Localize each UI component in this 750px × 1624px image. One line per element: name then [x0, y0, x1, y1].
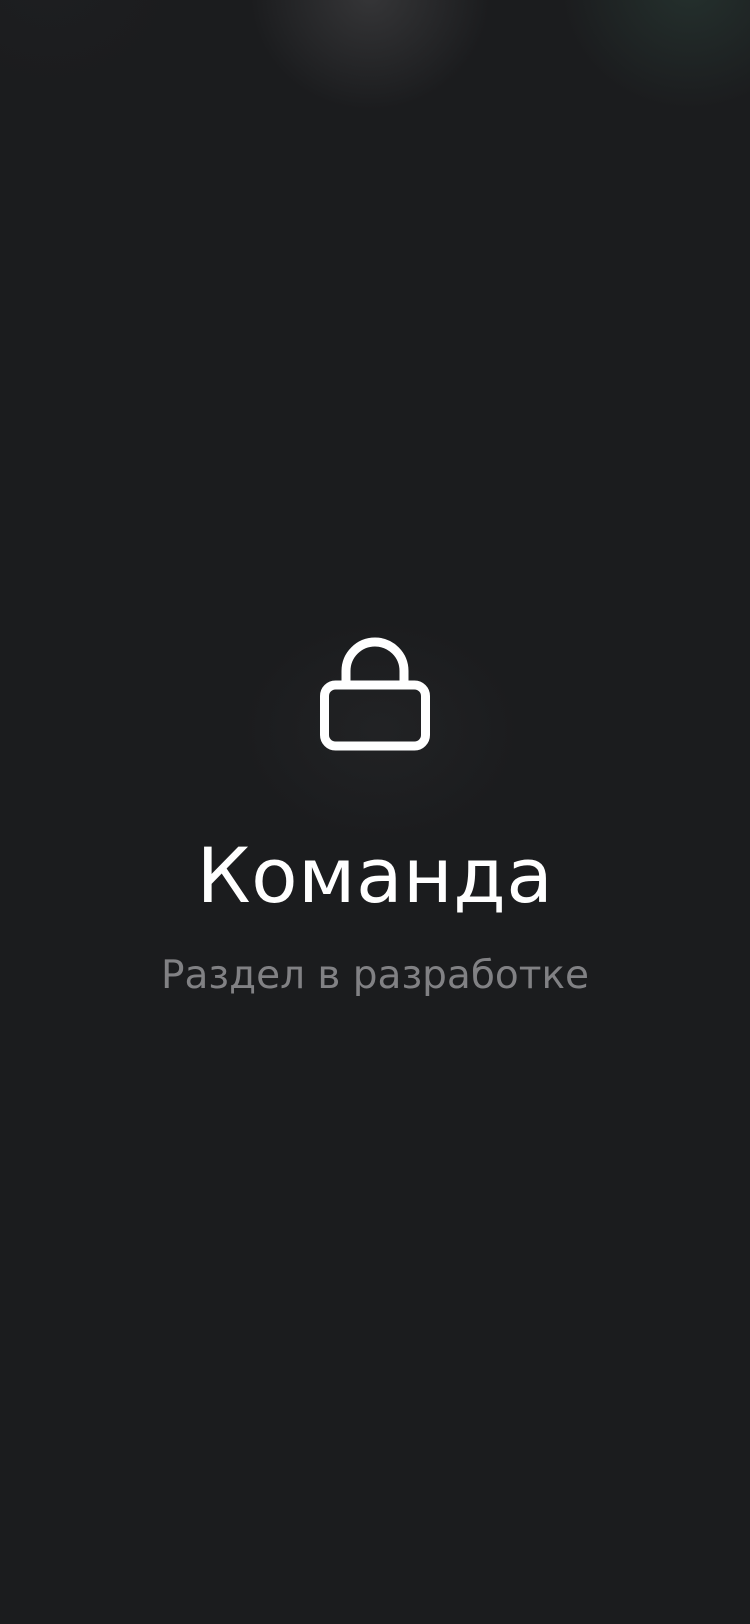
lock-icon — [320, 633, 430, 751]
locked-section-placeholder: Команда Раздел в разработке — [0, 0, 750, 1624]
app-screen: Команда Раздел в разработке — [0, 0, 750, 1624]
page-title: Команда — [196, 831, 554, 920]
status-message: Раздел в разработке — [160, 953, 590, 998]
